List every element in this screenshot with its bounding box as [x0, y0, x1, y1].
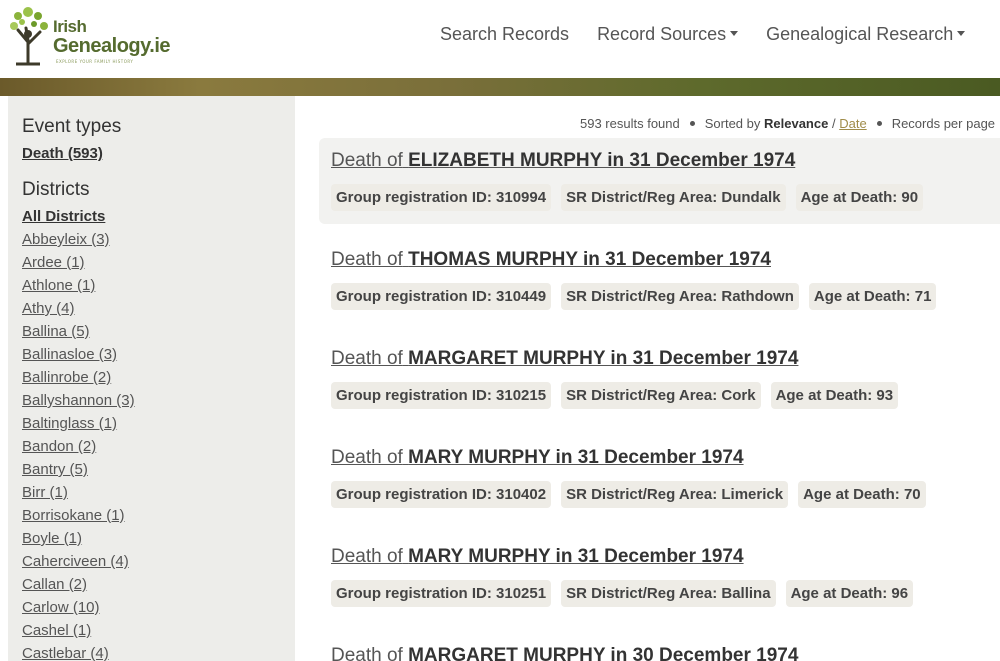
district-link[interactable]: Ardee (1) [22, 251, 295, 274]
result-record: Death of THOMAS MURPHY in 31 December 19… [319, 237, 1000, 323]
district-link[interactable]: Abbeyleix (3) [22, 228, 295, 251]
district-badge: SR District/Reg Area: Cork [561, 382, 761, 409]
logo-line2: Genealogy.ie [53, 35, 171, 57]
age-badge: Age at Death: 96 [785, 580, 914, 607]
result-record: Death of MARGARET MURPHY in 30 December … [319, 633, 1000, 661]
district-link[interactable]: Borrisokane (1) [22, 504, 295, 527]
results-count: 593 results found [580, 116, 680, 131]
district-badge: SR District/Reg Area: Rathdown [561, 283, 799, 310]
age-badge: Age at Death: 90 [795, 184, 924, 211]
tree-logo-icon [10, 7, 48, 66]
district-link[interactable]: Ballinrobe (2) [22, 366, 295, 389]
district-badge: SR District/Reg Area: Dundalk [561, 184, 786, 211]
record-title-link[interactable]: Death of MARY MURPHY in 31 December 1974 [331, 447, 1000, 469]
nav-genealogical-research[interactable]: Genealogical Research [766, 24, 966, 45]
district-badge: SR District/Reg Area: Ballina [561, 580, 776, 607]
filter-sidebar: Event types Death (593) Districts All Di… [8, 96, 295, 661]
group-id-badge: Group registration ID: 310449 [331, 283, 552, 310]
district-link[interactable]: Callan (2) [22, 573, 295, 596]
age-badge: Age at Death: 70 [798, 481, 926, 508]
record-title-link[interactable]: Death of MARGARET MURPHY in 30 December … [331, 645, 1000, 661]
bullet-icon [689, 121, 695, 126]
record-title-link[interactable]: Death of ELIZABETH MURPHY in 31 December… [331, 150, 1000, 172]
site-header: Irish Genealogy.ie EXPLORE YOUR FAMILY H… [0, 0, 1000, 78]
header-banner [0, 78, 1000, 96]
caret-down-icon [730, 31, 739, 36]
caret-down-icon [957, 31, 966, 36]
event-types-heading: Event types [22, 116, 122, 137]
district-badge: SR District/Reg Area: Limerick [561, 481, 789, 508]
group-id-badge: Group registration ID: 310402 [331, 481, 552, 508]
age-badge: Age at Death: 71 [808, 283, 937, 310]
district-link[interactable]: Castlebar (4) [22, 642, 295, 661]
record-title-link[interactable]: Death of MARY MURPHY in 31 December 1974 [331, 546, 1000, 568]
record-title-link[interactable]: Death of MARGARET MURPHY in 31 December … [331, 348, 1000, 370]
district-link[interactable]: Caherciveen (4) [22, 550, 295, 573]
district-link[interactable]: Ballinasloe (3) [22, 343, 295, 366]
records-per-page-label[interactable]: Records per page [892, 116, 995, 131]
sort-date-link[interactable]: Date [839, 116, 866, 131]
site-logo[interactable]: Irish Genealogy.ie EXPLORE YOUR FAMILY H… [6, 6, 171, 68]
bullet-icon [876, 121, 882, 126]
districts-heading: Districts [22, 179, 90, 200]
record-title-link[interactable]: Death of THOMAS MURPHY in 31 December 19… [331, 249, 1000, 271]
district-link[interactable]: Athlone (1) [22, 274, 295, 297]
district-link[interactable]: Birr (1) [22, 481, 295, 504]
district-link[interactable]: Ballina (5) [22, 320, 295, 343]
group-id-badge: Group registration ID: 310994 [331, 184, 552, 211]
result-record: Death of MARY MURPHY in 31 December 1974… [319, 534, 1000, 620]
district-link[interactable]: Boyle (1) [22, 527, 295, 550]
logo-line1: Irish [53, 17, 87, 36]
group-id-badge: Group registration ID: 310251 [331, 580, 552, 607]
main-nav: Search Records Record Sources Genealogic… [440, 24, 993, 45]
result-record: Death of MARY MURPHY in 31 December 1974… [319, 435, 1000, 521]
nav-record-sources[interactable]: Record Sources [597, 24, 739, 45]
district-link[interactable]: Bantry (5) [22, 458, 295, 481]
district-link[interactable]: Bandon (2) [22, 435, 295, 458]
logo-tagline: EXPLORE YOUR FAMILY HISTORY [56, 59, 134, 64]
sort-relevance[interactable]: Relevance [764, 116, 828, 131]
district-link-all[interactable]: All Districts [22, 205, 295, 228]
result-record: Death of ELIZABETH MURPHY in 31 December… [319, 138, 1000, 224]
nav-search-records[interactable]: Search Records [440, 24, 569, 45]
age-badge: Age at Death: 93 [770, 382, 899, 409]
district-link[interactable]: Baltinglass (1) [22, 412, 295, 435]
results-meta: 593 results found Sorted by Relevance / D… [580, 116, 995, 131]
group-id-badge: Group registration ID: 310215 [331, 382, 552, 409]
district-link[interactable]: Cashel (1) [22, 619, 295, 642]
district-link[interactable]: Carlow (10) [22, 596, 295, 619]
district-link[interactable]: Ballyshannon (3) [22, 389, 295, 412]
district-link[interactable]: Athy (4) [22, 297, 295, 320]
event-type-death[interactable]: Death (593) [22, 142, 295, 165]
result-record: Death of MARGARET MURPHY in 31 December … [319, 336, 1000, 422]
sort-separator: / [831, 116, 836, 131]
sorted-by-label: Sorted by [704, 116, 761, 131]
